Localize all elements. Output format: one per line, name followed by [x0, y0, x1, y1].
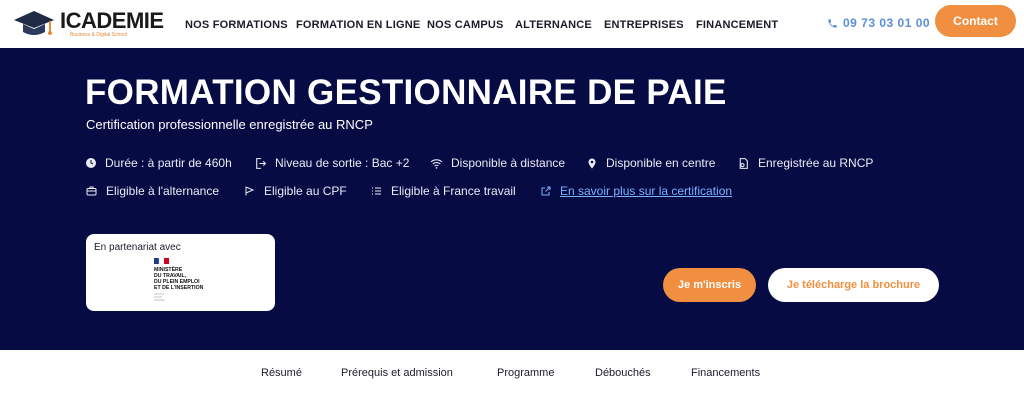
feature-text: Eligible à l'alternance	[106, 184, 220, 198]
feature-text: Durée : à partir de 460h	[105, 156, 232, 170]
ministry-logo: MINISTÈRE DU TRAVAIL, DU PLEIN EMPLOI ET…	[154, 257, 224, 304]
feature-centre: Disponible en centre	[586, 156, 715, 170]
location-pin-icon	[588, 158, 596, 168]
certification-link[interactable]: En savoir plus sur la certification	[540, 184, 732, 198]
tab-resume[interactable]: Résumé	[261, 367, 302, 379]
feature-distance: Disponible à distance	[430, 156, 565, 170]
exit-icon	[256, 157, 267, 169]
tab-financements[interactable]: Financements	[691, 367, 760, 379]
feature-cpf: Eligible au CPF	[243, 184, 347, 198]
tab-programme[interactable]: Programme	[497, 367, 554, 379]
nav-nos-formations[interactable]: NOS FORMATIONS	[185, 19, 288, 31]
nav-formation-en-ligne[interactable]: FORMATION EN LIGNE	[296, 19, 420, 31]
flag-icon	[245, 186, 255, 196]
wifi-icon	[430, 158, 443, 169]
marianne-logo-icon: MINISTÈRE DU TRAVAIL, DU PLEIN EMPLOI ET…	[154, 257, 204, 301]
briefcase-icon	[86, 186, 97, 196]
certificate-icon	[739, 157, 748, 169]
certification-link-text[interactable]: En savoir plus sur la certification	[560, 184, 732, 198]
logo-tagline: Business & Digital School	[70, 32, 127, 38]
feature-rncp: Enregistrée au RNCP	[737, 156, 873, 170]
page-title: FORMATION GESTIONNAIRE DE PAIE	[85, 73, 727, 112]
external-link-icon	[541, 186, 551, 196]
register-button[interactable]: Je m'inscris	[663, 268, 756, 302]
contact-button[interactable]: Contact	[935, 5, 1016, 37]
feature-text: Eligible au CPF	[264, 184, 347, 198]
phone-number: 09 73 03 01 00	[843, 16, 931, 30]
logo-wordmark: ICADEMIE	[60, 8, 164, 33]
list-icon	[372, 187, 381, 195]
phone-icon	[828, 19, 837, 28]
page-subtitle: Certification professionnelle enregistré…	[86, 117, 373, 132]
partner-card: En partenariat avec MINISTÈRE DU TRAVAIL…	[86, 234, 275, 311]
feature-alternance: Eligible à l'alternance	[85, 184, 219, 198]
ministry-line-1: MINISTÈRE	[154, 265, 183, 273]
phone-link[interactable]: 09 73 03 01 00	[827, 16, 930, 30]
clock-icon	[86, 158, 96, 168]
feature-duree: Durée : à partir de 460h	[85, 156, 232, 170]
partner-label: En partenariat avec	[94, 242, 181, 253]
nav-alternance[interactable]: ALTERNANCE	[515, 19, 592, 31]
graduation-cap-icon	[14, 11, 54, 35]
feature-france-travail: Eligible à France travail	[370, 184, 516, 198]
feature-text: Disponible à distance	[451, 156, 566, 170]
feature-text: Eligible à France travail	[391, 184, 516, 198]
feature-text: Enregistrée au RNCP	[758, 156, 874, 170]
ministry-line-4: ET DE L'INSERTION	[154, 285, 204, 291]
tab-debouches[interactable]: Débouchés	[595, 367, 651, 379]
nav-nos-campus[interactable]: NOS CAMPUS	[427, 19, 504, 31]
feature-text: Niveau de sortie : Bac +2	[275, 156, 410, 170]
feature-text: Disponible en centre	[606, 156, 716, 170]
download-brochure-button[interactable]: Je télécharge la brochure	[768, 268, 939, 302]
nav-entreprises[interactable]: ENTREPRISES	[604, 19, 684, 31]
icademie-logo[interactable]: ICADEMIE Business & Digital School	[10, 6, 164, 42]
feature-niveau: Niveau de sortie : Bac +2	[254, 156, 409, 170]
nav-financement[interactable]: FINANCEMENT	[696, 19, 778, 31]
tab-prerequis[interactable]: Prérequis et admission	[341, 367, 453, 379]
site-header: ICADEMIE Business & Digital School NOS F…	[0, 0, 1024, 48]
